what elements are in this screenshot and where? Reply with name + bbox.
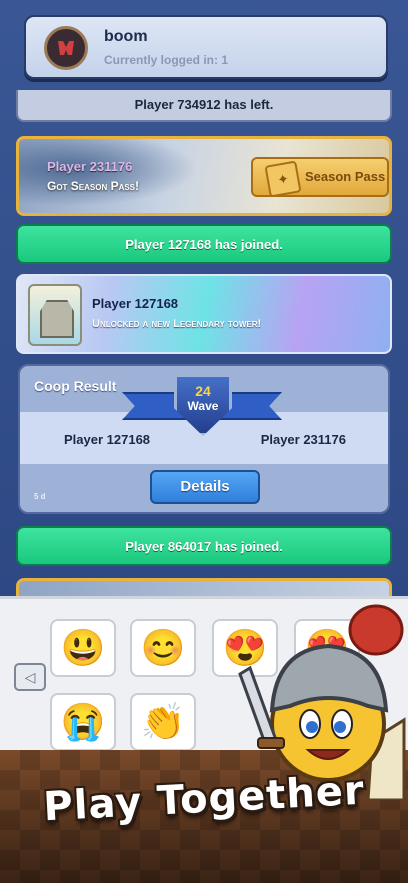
wave-number: 24 — [195, 383, 211, 399]
details-button[interactable]: Details — [150, 470, 260, 504]
season-pass-text: Got Season Pass! — [47, 179, 140, 193]
clapping-emoji[interactable]: 👏 — [130, 693, 196, 751]
avatar — [44, 26, 88, 70]
player-left-message: Player 734912 has left. — [16, 90, 392, 122]
ticket-icon: ✦ — [264, 160, 302, 198]
princess-emoji[interactable]: 😊 — [130, 619, 196, 677]
dragon-artwork — [19, 139, 219, 213]
legendary-unlock-card[interactable]: Player 127168 Unlocked a new Legendary t… — [16, 274, 392, 354]
player-joined-message: Player 864017 has joined. — [16, 526, 392, 566]
crest-icon — [58, 41, 74, 55]
wave-label: Wave — [187, 399, 219, 413]
tower-icon — [28, 284, 82, 346]
coop-result-card: Coop Result 24 Wave Player 127168 Player… — [18, 364, 390, 514]
scroll-left-button[interactable]: ◁ — [14, 663, 46, 691]
coop-player-right: Player 231176 — [260, 432, 346, 447]
crying-emoji[interactable]: 😭 — [50, 693, 116, 751]
coop-player-left: Player 127168 — [64, 432, 151, 447]
season-pass-button-label: Season Pass — [305, 169, 386, 184]
season-pass-button[interactable]: ✦ Season Pass — [251, 157, 389, 198]
legendary-text: Unlocked a new Legendary tower! — [92, 318, 262, 330]
season-pass-card[interactable]: Player 231176 Got Season Pass! ✦ Season … — [16, 136, 392, 216]
legendary-player: Player 127168 — [92, 296, 179, 311]
coop-title: Coop Result — [34, 378, 117, 394]
season-pass-player: Player 231176 — [47, 159, 133, 174]
username: boom — [104, 28, 148, 45]
chat-feed: Player 734912 has left. Player 231176 Go… — [0, 0, 408, 600]
user-header: boom Currently logged in: 1 — [24, 15, 388, 79]
knight-emoji[interactable]: 😃 — [50, 619, 116, 677]
player-joined-message: Player 127168 has joined. — [16, 224, 392, 264]
login-status: Currently logged in: 1 — [104, 53, 229, 67]
coop-age: 5 d — [34, 492, 46, 501]
